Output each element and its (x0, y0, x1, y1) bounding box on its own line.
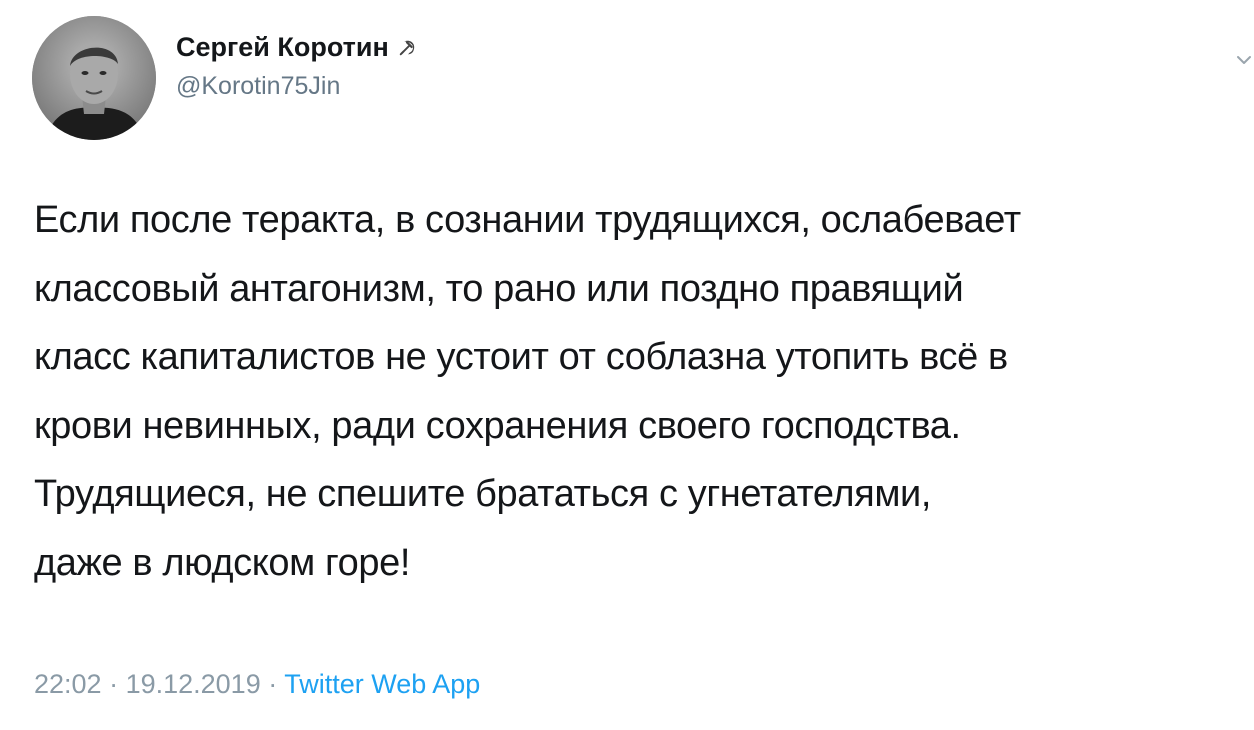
avatar-photo (32, 16, 156, 140)
tweet-text-line: Если после теракта, в сознании трудящихс… (34, 199, 1021, 241)
hammer-and-sickle-icon (397, 36, 419, 58)
tweet-text-line: Трудящиеся, не спешите брататься с угнет… (34, 473, 932, 515)
tweet-date[interactable]: 19.12.2019 (126, 669, 261, 699)
tweet-source-link[interactable]: Twitter Web App (284, 669, 480, 699)
chevron-down-icon[interactable] (1234, 50, 1254, 70)
meta-separator: · (101, 669, 126, 699)
tweet-text-line: крови невинных, ради сохранения своего г… (34, 404, 961, 447)
tweet-text-line: классовый антагонизм, то рано или поздно… (34, 267, 964, 310)
tweet-text: Если после теракта, в сознании трудящихс… (34, 186, 1244, 597)
tweet-card: Сергей Коротин @Korotin75Jin Если после … (0, 0, 1254, 730)
display-name-row: Сергей Коротин (176, 30, 419, 64)
tweet-text-line: класс капиталистов не устоит от соблазна… (34, 336, 1008, 378)
meta-separator: · (260, 669, 285, 699)
tweet-text-line: даже в людском горе! (34, 541, 411, 584)
user-handle[interactable]: @Korotin75Jin (176, 70, 419, 102)
author-block: Сергей Коротин @Korotin75Jin (176, 30, 419, 102)
avatar[interactable] (32, 16, 156, 140)
tweet-time[interactable]: 22:02 (34, 669, 102, 699)
display-name[interactable]: Сергей Коротин (176, 30, 389, 64)
tweet-meta: 22:02 · 19.12.2019 · Twitter Web App (34, 666, 480, 702)
